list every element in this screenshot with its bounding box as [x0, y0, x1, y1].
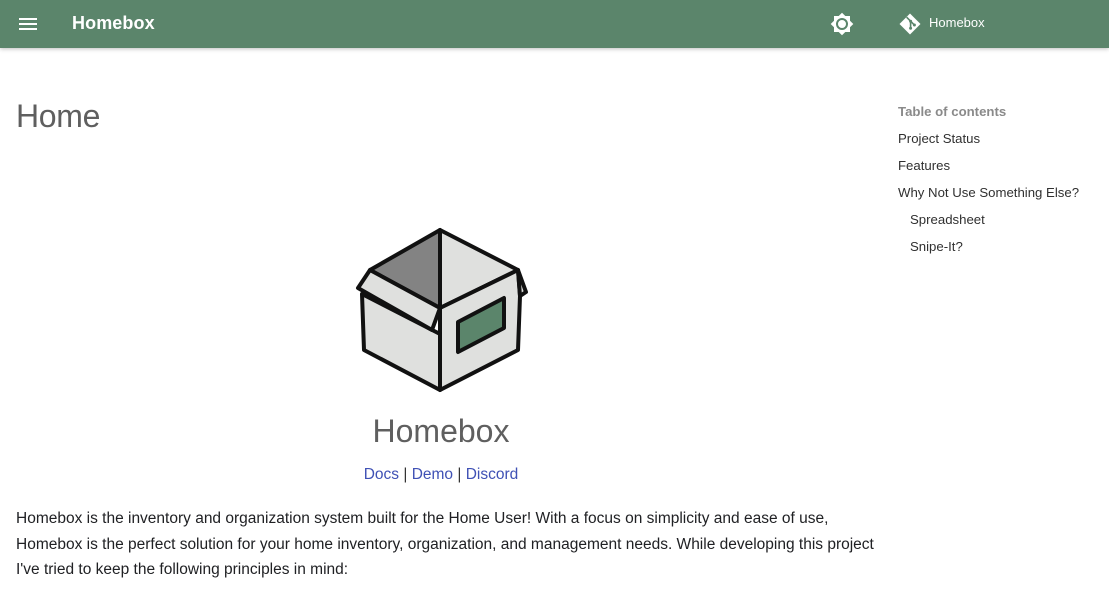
toc-item-project-status[interactable]: Project Status — [898, 131, 1103, 158]
toc-item-snipe-it[interactable]: Snipe-It? — [898, 239, 1103, 266]
top-header: Homebox Homebox — [0, 0, 1109, 48]
project-name: Homebox — [372, 413, 510, 449]
git-icon — [899, 13, 921, 35]
project-links: Docs | Demo | Discord — [0, 466, 882, 484]
theme-toggle-button[interactable] — [830, 12, 854, 36]
repo-name: Homebox — [929, 14, 985, 30]
discord-link[interactable]: Discord — [466, 466, 519, 483]
page-title: Home — [16, 98, 101, 134]
link-separator: | — [457, 466, 462, 483]
repo-link[interactable]: Homebox — [898, 12, 985, 36]
docs-link[interactable]: Docs — [364, 466, 399, 483]
site-title[interactable]: Homebox — [72, 13, 155, 34]
intro-paragraph: Homebox is the inventory and organizatio… — [16, 510, 874, 578]
table-of-contents: Table of contents Project Status Feature… — [898, 104, 1103, 266]
toc-title: Table of contents — [898, 104, 1007, 119]
toc-item-why-not-use-something-else[interactable]: Why Not Use Something Else? — [898, 185, 1103, 212]
toc-item-features[interactable]: Features — [898, 158, 1103, 185]
box-logo-icon — [356, 228, 528, 392]
demo-link[interactable]: Demo — [412, 466, 453, 483]
menu-button[interactable] — [16, 12, 40, 36]
brightness-icon — [830, 12, 854, 36]
toc-item-spreadsheet[interactable]: Spreadsheet — [898, 212, 1103, 239]
link-separator: | — [403, 466, 408, 483]
menu-icon — [19, 18, 37, 30]
